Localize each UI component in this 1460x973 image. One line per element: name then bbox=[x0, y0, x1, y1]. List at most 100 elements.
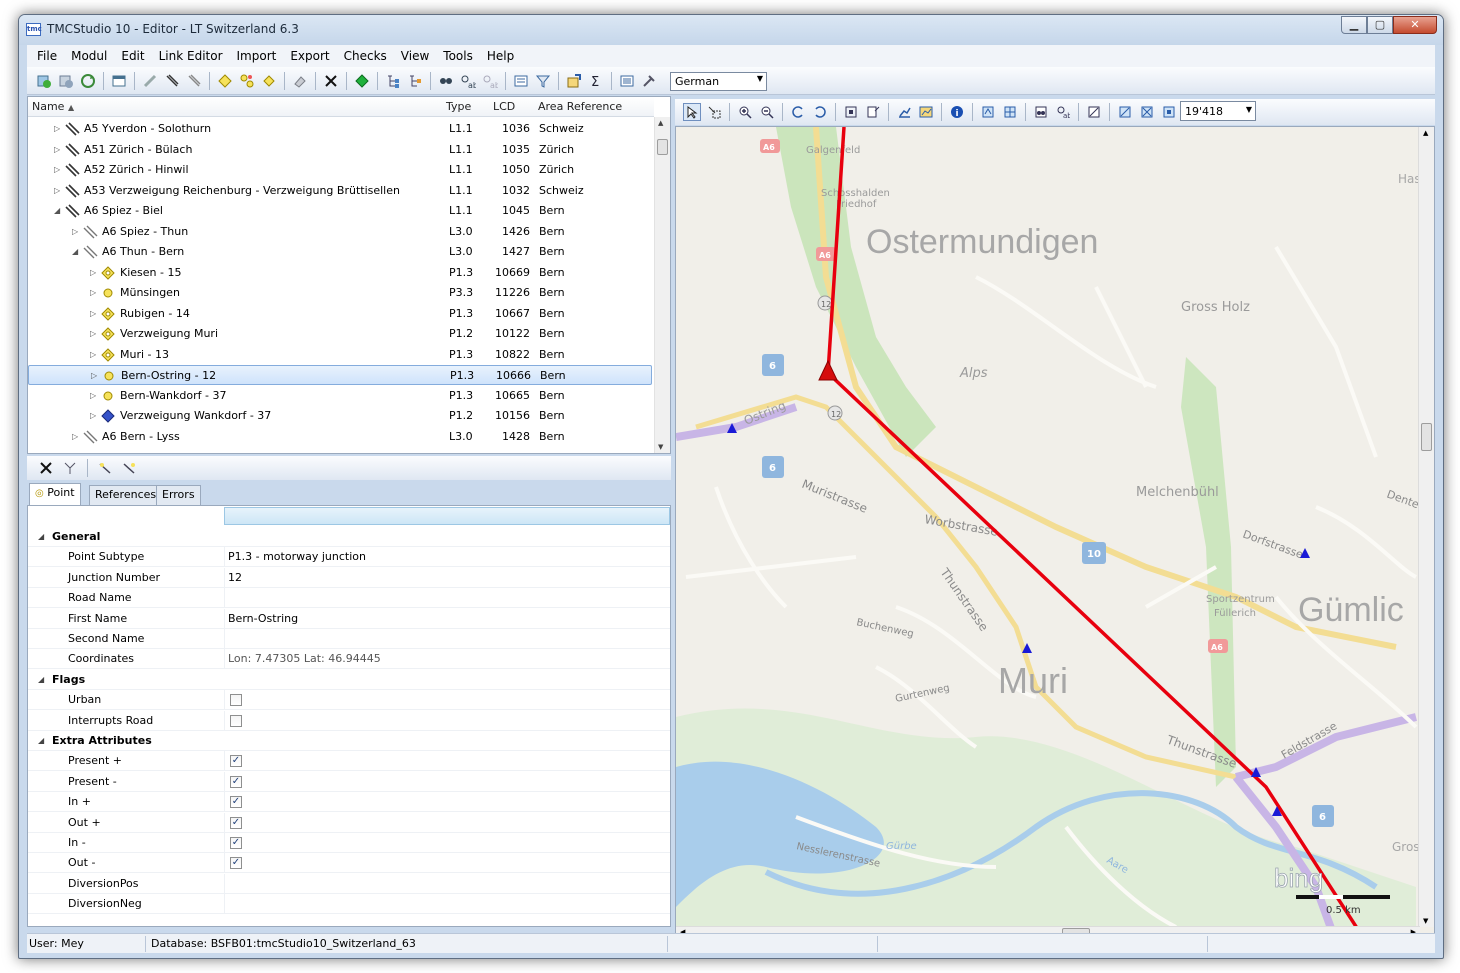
find-replace-icon[interactable]: ab bbox=[459, 72, 477, 90]
scroll-thumb[interactable] bbox=[657, 139, 668, 155]
expand-toggle-icon[interactable]: ▷ bbox=[54, 160, 60, 179]
menu-view[interactable]: View bbox=[394, 45, 436, 67]
menu-link-editor[interactable]: Link Editor bbox=[152, 45, 230, 67]
expand-toggle-icon[interactable]: ▷ bbox=[90, 283, 96, 302]
collapse-arrow-icon[interactable]: ◢ bbox=[38, 731, 44, 750]
tree-edit-icon[interactable] bbox=[406, 72, 424, 90]
point-arrow-icon[interactable] bbox=[260, 72, 278, 90]
scroll-down-icon[interactable]: ▼ bbox=[1423, 917, 1428, 925]
delete-icon[interactable] bbox=[37, 459, 55, 477]
sum-icon[interactable]: Σ bbox=[587, 72, 605, 90]
property-checkbox[interactable]: ✓ bbox=[230, 775, 242, 788]
expand-toggle-icon[interactable]: ▷ bbox=[90, 406, 96, 425]
property-value[interactable]: 12 bbox=[228, 568, 242, 587]
road-segment-icon[interactable] bbox=[185, 72, 203, 90]
menu-checks[interactable]: Checks bbox=[337, 45, 394, 67]
collapse-arrow-icon[interactable]: ◢ bbox=[38, 527, 44, 546]
property-section[interactable]: ◢ Extra Attributes bbox=[28, 731, 670, 751]
point-add-icon[interactable] bbox=[216, 72, 234, 90]
zoom-out-icon[interactable] bbox=[758, 103, 776, 121]
property-checkbox[interactable]: ✓ bbox=[230, 816, 242, 829]
expand-toggle-icon[interactable]: ◢ bbox=[72, 242, 78, 261]
find-disabled-icon[interactable]: ab bbox=[481, 72, 499, 90]
tree-row[interactable]: ▷ Münsingen P3.3 11226 Bern bbox=[28, 283, 652, 303]
scroll-up-icon[interactable]: ▲ bbox=[658, 119, 663, 127]
tree-row[interactable]: ▷ Rubigen - 14 P1.3 10667 Bern bbox=[28, 304, 652, 324]
language-select[interactable]: German ▼ bbox=[670, 72, 767, 91]
tree-row[interactable]: ▷ A53 Verzweigung Reichenburg - Verzweigu… bbox=[28, 181, 652, 201]
map-view[interactable]: 6 6 10 6 A6 A6 A6 12 12 Ostermundigen Mu… bbox=[675, 126, 1435, 941]
list-icon[interactable] bbox=[618, 72, 636, 90]
column-area-reference[interactable]: Area Reference bbox=[538, 100, 622, 113]
zoom-extent-icon[interactable] bbox=[842, 103, 860, 121]
expand-toggle-icon[interactable]: ▷ bbox=[90, 345, 96, 364]
column-name[interactable]: Name ▲ bbox=[32, 100, 74, 113]
menu-edit[interactable]: Edit bbox=[114, 45, 151, 67]
map-binocular-icon[interactable] bbox=[1032, 103, 1050, 121]
close-button[interactable]: ✕ bbox=[1393, 16, 1437, 34]
properties-icon[interactable] bbox=[565, 72, 583, 90]
zoom-prev-icon[interactable] bbox=[789, 103, 807, 121]
zoom-next-icon[interactable] bbox=[811, 103, 829, 121]
map-view-2-icon[interactable] bbox=[1138, 103, 1156, 121]
property-section[interactable]: ◢ General bbox=[28, 527, 670, 547]
property-checkbox[interactable]: ✓ bbox=[230, 837, 242, 849]
tree-row[interactable]: ▷ A5 Yverdon - Solothurn L1.1 1036 Schweiz bbox=[28, 119, 652, 139]
menu-export[interactable]: Export bbox=[283, 45, 336, 67]
menu-modul[interactable]: Modul bbox=[64, 45, 114, 67]
filter-list-icon[interactable] bbox=[512, 72, 530, 90]
column-lcd[interactable]: LCD bbox=[493, 100, 515, 113]
menu-help[interactable]: Help bbox=[480, 45, 521, 67]
split-icon[interactable] bbox=[61, 459, 79, 477]
refresh-icon[interactable] bbox=[79, 72, 97, 90]
tab-errors[interactable]: Errors bbox=[156, 485, 201, 505]
map-canvas[interactable]: 6 6 10 6 A6 A6 A6 12 12 Ostermundigen Mu… bbox=[676, 127, 1435, 941]
property-checkbox[interactable]: ✓ bbox=[230, 755, 242, 768]
map-replace-icon[interactable]: ab bbox=[1054, 103, 1072, 121]
property-checkbox[interactable] bbox=[230, 694, 242, 707]
tree-row[interactable]: ▷ Bern-Wankdorf - 37 P1.3 10665 Bern bbox=[28, 386, 652, 406]
zoom-in-icon[interactable] bbox=[736, 103, 754, 121]
expand-toggle-icon[interactable]: ▷ bbox=[90, 263, 96, 282]
expand-toggle-icon[interactable]: ▷ bbox=[90, 386, 96, 405]
points-icon[interactable] bbox=[238, 72, 256, 90]
property-value[interactable]: Bern-Ostring bbox=[228, 609, 298, 628]
map-vscroll-thumb[interactable] bbox=[1421, 423, 1432, 451]
tree-row[interactable]: ▷ Muri - 13 P1.3 10822 Bern bbox=[28, 345, 652, 365]
expand-toggle-icon[interactable]: ▷ bbox=[72, 222, 78, 241]
tree-row[interactable]: ▷ Verzweigung Muri P1.2 10122 Bern bbox=[28, 324, 652, 344]
scroll-down-icon[interactable]: ▼ bbox=[658, 443, 663, 451]
expand-toggle-icon[interactable]: ▷ bbox=[90, 304, 96, 323]
tree-scrollbar[interactable]: ▲ ▼ bbox=[654, 117, 670, 453]
add-link-icon[interactable] bbox=[35, 72, 53, 90]
expand-toggle-icon[interactable]: ▷ bbox=[72, 427, 78, 446]
map-vertical-scrollbar[interactable]: ▲ ▼ bbox=[1418, 127, 1434, 927]
property-value[interactable]: Lon: 7.47305 Lat: 46.94445 bbox=[228, 649, 381, 668]
zoom-level-select[interactable]: 19'418 ▼ bbox=[1180, 101, 1256, 121]
menu-file[interactable]: File bbox=[30, 45, 64, 67]
tree-row[interactable]: ◢ A6 Thun - Bern L3.0 1427 Bern bbox=[28, 242, 652, 262]
map-view-1-icon[interactable] bbox=[1116, 103, 1134, 121]
delete-icon[interactable] bbox=[322, 72, 340, 90]
expand-toggle-icon[interactable]: ▷ bbox=[90, 324, 96, 343]
chart-icon[interactable] bbox=[917, 103, 935, 121]
road-link-icon[interactable] bbox=[163, 72, 181, 90]
column-type[interactable]: Type bbox=[446, 100, 471, 113]
property-checkbox[interactable]: ✓ bbox=[230, 796, 242, 809]
property-value[interactable]: P1.3 - motorway junction bbox=[228, 547, 366, 566]
link-pick-all-icon[interactable] bbox=[120, 459, 138, 477]
tree-row[interactable]: ▷ Verzweigung Wankdorf - 37 P1.2 10156 Bern bbox=[28, 406, 652, 426]
property-section[interactable]: ◢ Flags bbox=[28, 670, 670, 690]
tree-add-icon[interactable] bbox=[384, 72, 402, 90]
tree-row[interactable]: ▷ Kiesen - 15 P1.3 10669 Bern bbox=[28, 263, 652, 283]
tree-row[interactable]: ▷ Bern-Ostring - 12 P1.3 10666 Bern bbox=[28, 365, 652, 385]
property-checkbox[interactable]: ✓ bbox=[230, 857, 242, 870]
zoom-selection-icon[interactable] bbox=[864, 103, 882, 121]
eraser-icon[interactable] bbox=[291, 72, 309, 90]
minimize-button[interactable]: ▁ bbox=[1341, 16, 1367, 34]
tree-row[interactable]: ▷ A6 Bern - Lyss L3.0 1428 Bern bbox=[28, 427, 652, 447]
map-view-3-icon[interactable] bbox=[1160, 103, 1178, 121]
menu-tools[interactable]: Tools bbox=[436, 45, 480, 67]
expand-toggle-icon[interactable]: ▷ bbox=[54, 181, 60, 200]
tree-row[interactable]: ▷ A6 Spiez - Thun L3.0 1426 Bern bbox=[28, 222, 652, 242]
